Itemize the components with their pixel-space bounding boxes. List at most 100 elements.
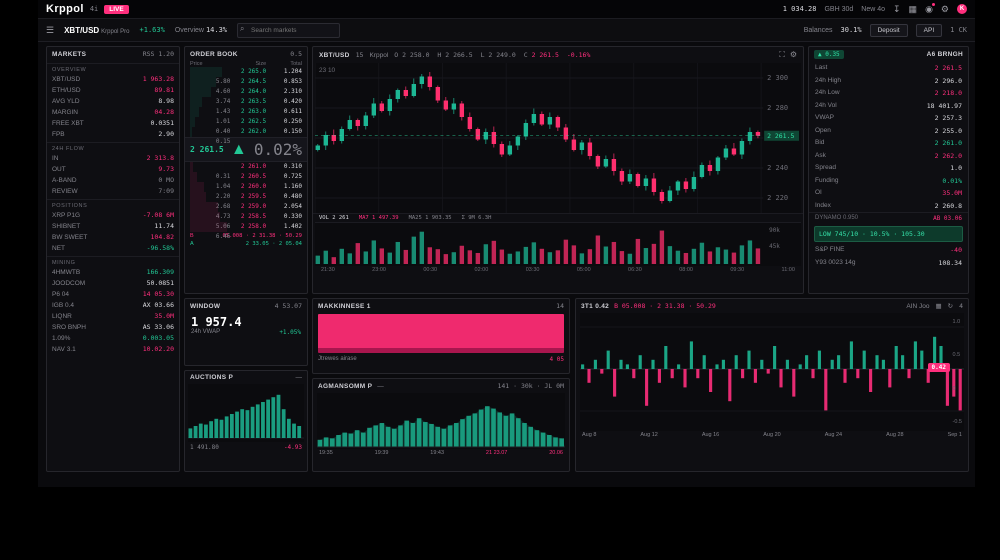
- api-button[interactable]: API: [916, 24, 942, 37]
- highlight-box[interactable]: LOW 745/10 · 10.5% · 105.30: [814, 226, 963, 242]
- watchlist-row[interactable]: OUT9.73: [47, 164, 179, 175]
- bell-icon[interactable]: ◉: [925, 4, 933, 15]
- stat-row[interactable]: Funding0.01%: [809, 175, 968, 188]
- chart-settings-icon[interactable]: ⚙: [790, 50, 797, 60]
- orderbook-row[interactable]: 2 264.50.8534.60: [185, 77, 307, 87]
- grid-icon[interactable]: ▦: [935, 302, 941, 310]
- stat-row[interactable]: VWAP2 257.3: [809, 112, 968, 125]
- volume-chart[interactable]: 90k45k: [315, 222, 801, 266]
- watchlist-subtitle: RSS 1.20: [143, 50, 174, 58]
- orderbook-row[interactable]: 2 263.00.6111.01: [185, 107, 307, 117]
- stat-row[interactable]: 24h Vol18 401.97: [809, 100, 968, 113]
- live-badge[interactable]: LIVE: [104, 5, 128, 14]
- expand-icon[interactable]: ⛶: [779, 50, 785, 60]
- osc-y-axis: 1.00.50-0.5: [953, 319, 962, 425]
- refresh-icon[interactable]: ↻: [948, 302, 953, 310]
- watchlist-row[interactable]: IN2 313.8: [47, 153, 179, 164]
- volume-stat: VOL 2 261: [319, 215, 349, 221]
- asks-list: 2 265.01.2045.802 264.50.8534.602 264.02…: [185, 67, 307, 137]
- apps-grid-icon[interactable]: ▦: [909, 4, 918, 15]
- stat-row[interactable]: 24h Low2 218.0: [809, 87, 968, 100]
- osc-time-axis: Aug 8Aug 12Aug 16Aug 20Aug 24Aug 28Sep 1: [576, 431, 968, 439]
- watchlist-row[interactable]: REVIEW7:09: [47, 186, 179, 197]
- stat-row[interactable]: Bid2 261.0: [809, 137, 968, 150]
- orderbook-row[interactable]: 2 263.50.4201.43: [185, 97, 307, 107]
- liquidity-heat-block[interactable]: [318, 314, 564, 353]
- watchlist-row[interactable]: MARGIN04.28: [47, 107, 179, 118]
- orderbook-row[interactable]: 2 261.00.3100.31: [185, 162, 307, 172]
- stat-row[interactable]: Ask2 262.0: [809, 150, 968, 163]
- auctions-mini-chart[interactable]: [188, 384, 304, 442]
- orderbook-row[interactable]: 2 258.50.3305.06: [185, 212, 307, 222]
- watchlist-row[interactable]: BW SWEET104.82: [47, 232, 179, 243]
- time-tick: 00:30: [423, 267, 437, 273]
- vwap-change: +1.05%: [279, 329, 301, 336]
- watchlist-row[interactable]: SRO BNPHAS 33.06: [47, 322, 179, 333]
- orderbook-row[interactable]: 2 260.01.1602.20: [185, 182, 307, 192]
- watchlist-row[interactable]: A-BAND0 MO: [47, 175, 179, 186]
- watchlist-row[interactable]: FPB2.90: [47, 129, 179, 140]
- candlestick-chart[interactable]: 2 3002 2802 2602 2402 2202 261.523 10: [315, 63, 801, 213]
- deposit-button[interactable]: Deposit: [870, 24, 908, 37]
- orderbook-row[interactable]: 2 265.01.2045.80: [185, 67, 307, 77]
- orderbook-row[interactable]: 2 260.50.7251.04: [185, 172, 307, 182]
- flow-menu-icon[interactable]: —: [377, 383, 384, 390]
- trading-app-window: Krppol 4i LIVE 1 034.28 GBH 30d New 4o ↧…: [38, 0, 975, 487]
- watchlist-row[interactable]: XRP P1G-7.08 6M: [47, 210, 179, 221]
- mini-menu-icon[interactable]: —: [296, 374, 303, 381]
- watchlist-row[interactable]: AVG YLD8.98: [47, 96, 179, 107]
- watchlist-row[interactable]: XBT/USD1 963.28: [47, 74, 179, 85]
- market-toolbar: ☰ XBT/USD Krppol Pro +1.63% Overview 14.…: [38, 19, 975, 42]
- watchlist-row[interactable]: P6 0414 05.30: [47, 289, 179, 300]
- menu-icon[interactable]: ☰: [46, 25, 54, 36]
- orderbook-row[interactable]: 2 258.01.4026.46: [185, 222, 307, 232]
- oscillator-chart[interactable]: 1.00.50-0.5 0.42: [580, 313, 964, 431]
- pair-selector[interactable]: XBT/USD: [64, 26, 99, 35]
- stat-row[interactable]: OI35.0M: [809, 187, 968, 200]
- chart-interval[interactable]: 15: [356, 51, 364, 59]
- avatar[interactable]: K: [957, 4, 967, 14]
- orderbook-grouping[interactable]: 0.5: [290, 50, 302, 58]
- section-header: OVERVIEW: [47, 63, 179, 74]
- orderbook-row[interactable]: 2 259.50.4802.68: [185, 192, 307, 202]
- watchlist-row[interactable]: IGB 0.4AX 03.66: [47, 300, 179, 311]
- watchlist-row[interactable]: ETH/USD89.81: [47, 85, 179, 96]
- watchlist-row[interactable]: 1.09%0.003.05: [47, 333, 179, 344]
- flow-area-chart[interactable]: [317, 393, 565, 449]
- watchlist-row[interactable]: NAV 3.110.02.20: [47, 344, 179, 355]
- watchlist-row[interactable]: JOODCOM50.0851: [47, 278, 179, 289]
- download-icon[interactable]: ↧: [893, 4, 901, 15]
- stats-title: A6 BRNGH: [927, 51, 963, 58]
- overview-label[interactable]: Overview: [175, 27, 204, 34]
- svg-text:2 220: 2 220: [767, 194, 788, 202]
- flow-time-axis: 19:3519:3919:4321 23.0720.06: [313, 449, 569, 457]
- stat-row[interactable]: Index2 260.8: [809, 200, 968, 213]
- orderbook-row[interactable]: 2 262.50.2500.40: [185, 117, 307, 127]
- auctions-mini-panel: AUCTIONS P — 1 491.80 -4.93: [184, 370, 308, 472]
- orderbook-row[interactable]: 2 259.02.0544.73: [185, 202, 307, 212]
- search-icon: ⌕: [240, 24, 244, 34]
- watchlist-row[interactable]: NET-96.58%: [47, 243, 179, 254]
- stat-row[interactable]: 24h High2 296.0: [809, 75, 968, 88]
- volume-stat: MA7 1 497.39: [359, 215, 399, 221]
- section-header: POSITIONS: [47, 199, 179, 210]
- watchlist-row[interactable]: 4HMWTB166.309: [47, 267, 179, 278]
- chart-pair[interactable]: XBT/USD: [319, 52, 350, 59]
- stat-row[interactable]: Open2 255.0: [809, 125, 968, 138]
- stat-row[interactable]: Last2 261.5: [809, 62, 968, 75]
- stat-row[interactable]: S&P FINE-40: [809, 244, 968, 257]
- change-chip: ▲ 0.35: [814, 50, 844, 59]
- orderbook-row[interactable]: 2 262.00.1500.15: [185, 127, 307, 137]
- orderbook-row[interactable]: 2 264.02.3103.74: [185, 87, 307, 97]
- settings-icon[interactable]: ⚙: [941, 4, 949, 15]
- watchlist-row[interactable]: LIQNR35.0M: [47, 311, 179, 322]
- axis-tick: 0: [953, 386, 962, 392]
- volume-stat: MA25 1 903.35: [409, 215, 452, 221]
- stat-row[interactable]: Spread1.0: [809, 162, 968, 175]
- watchlist-row[interactable]: FREE XBT0.0351: [47, 118, 179, 129]
- time-tick: 19:39: [375, 450, 389, 456]
- search-input[interactable]: [237, 23, 340, 38]
- watchlist-row[interactable]: SHIBNET11.74: [47, 221, 179, 232]
- time-tick: Aug 24: [825, 432, 842, 438]
- stat-row[interactable]: Y93 0023 14g108.34: [809, 257, 968, 270]
